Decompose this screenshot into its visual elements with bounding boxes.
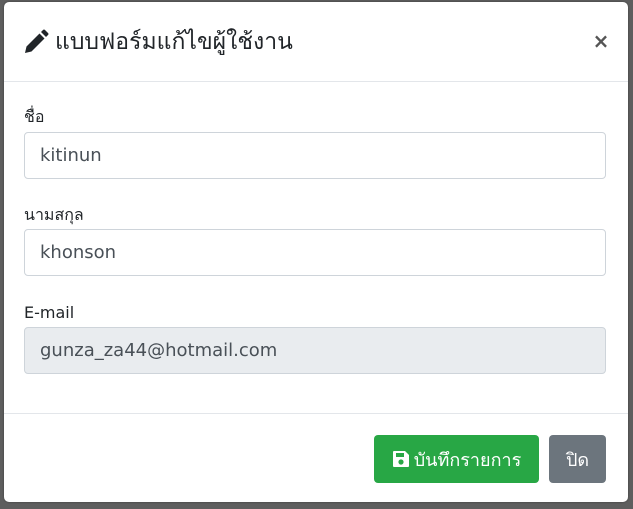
modal-header: แบบฟอร์มแก้ไขผู้ใช้งาน × xyxy=(4,2,628,82)
modal-body: ชื่อ นามสกุล E-mail xyxy=(4,82,628,414)
last-name-label: นามสกุล xyxy=(24,205,84,224)
save-button[interactable]: บันทึกรายการ xyxy=(374,435,539,483)
first-name-input[interactable] xyxy=(24,132,606,179)
first-name-label: ชื่อ xyxy=(24,107,45,126)
save-button-label: บันทึกรายการ xyxy=(413,449,522,471)
pencil-icon xyxy=(25,29,49,53)
close-button-label: ปิด xyxy=(565,449,590,471)
close-x-button[interactable]: × xyxy=(590,28,612,54)
last-name-input[interactable] xyxy=(24,229,606,276)
email-label: E-mail xyxy=(24,303,75,322)
floppy-disk-icon xyxy=(392,451,409,467)
email-input[interactable] xyxy=(24,327,606,374)
edit-user-modal: แบบฟอร์มแก้ไขผู้ใช้งาน × ชื่อ นามสกุล E-… xyxy=(4,2,628,502)
modal-footer: บันทึกรายการ ปิด xyxy=(4,414,628,502)
close-button[interactable]: ปิด xyxy=(549,435,606,483)
modal-title: แบบฟอร์มแก้ไขผู้ใช้งาน xyxy=(55,29,293,55)
